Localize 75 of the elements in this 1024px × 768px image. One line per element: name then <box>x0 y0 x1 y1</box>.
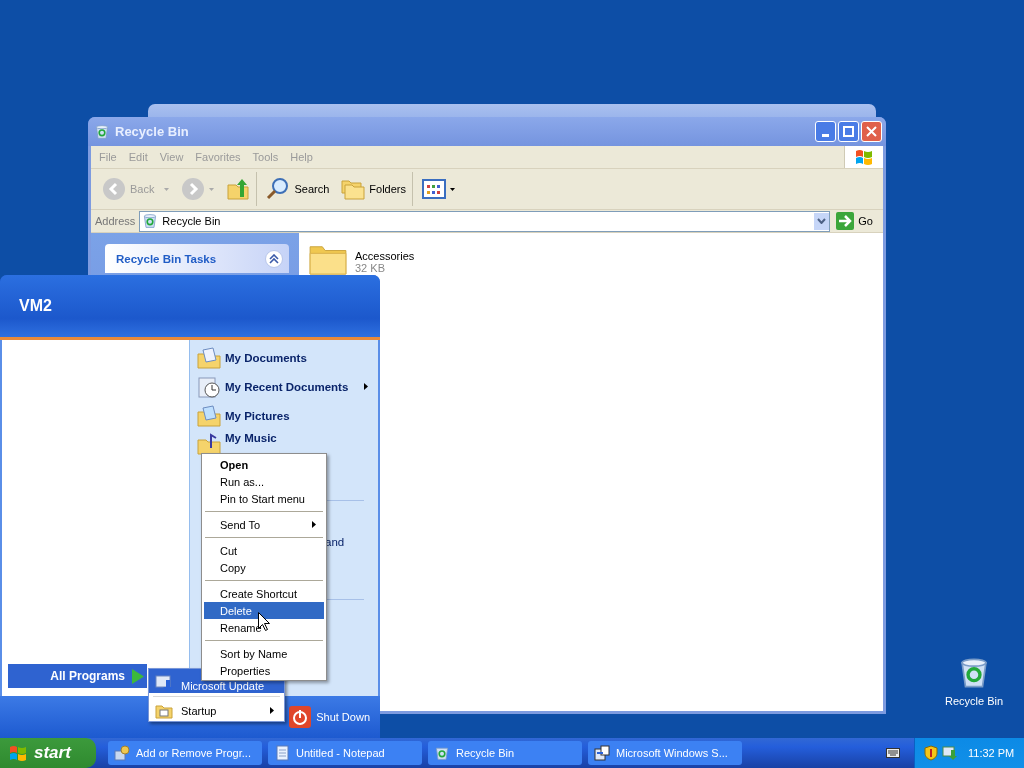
context-menu-item[interactable]: Open <box>204 456 324 473</box>
windows-setup-icon <box>594 745 610 761</box>
shut-down-button[interactable]: Shut Down <box>289 706 370 728</box>
start-menu-item[interactable]: My Recent Documents <box>190 372 378 401</box>
views-icon <box>422 179 446 199</box>
submenu-arrow-icon <box>312 521 316 528</box>
windows-flag-icon <box>8 744 28 762</box>
caret-icon <box>164 187 170 191</box>
maximize-button[interactable] <box>838 121 859 142</box>
desktop-icon-label[interactable]: Recycle Bin <box>944 695 1004 707</box>
dropdown-button[interactable] <box>814 212 830 230</box>
minimize-icon <box>822 134 829 137</box>
folder-icon <box>309 243 347 275</box>
taskbar-button[interactable]: Untitled - Notepad <box>268 741 422 765</box>
shield-icon[interactable] <box>924 745 938 761</box>
clock-document-icon <box>197 374 221 399</box>
context-menu-item[interactable]: Send To <box>204 516 324 533</box>
folders-icon <box>341 178 366 200</box>
context-menu-item[interactable]: Delete <box>204 602 324 619</box>
program-menu-item[interactable]: Startup <box>149 700 284 721</box>
recycle-bin-icon <box>94 123 110 140</box>
collapse-icon[interactable] <box>265 249 283 268</box>
music-folder-icon <box>197 432 221 456</box>
maximize-icon <box>843 126 854 137</box>
recycle-bin-icon <box>434 745 450 761</box>
context-menu-item[interactable]: Rename <box>204 619 324 636</box>
context-menu-item[interactable]: Create Shortcut <box>204 585 324 602</box>
keyboard-icon <box>886 748 900 758</box>
picture-folder-icon <box>197 403 221 428</box>
file-size: 32 KB <box>355 262 386 274</box>
search-button[interactable]: Search <box>263 172 333 206</box>
update-icon[interactable] <box>942 745 958 761</box>
start-menu-item[interactable]: My Music <box>190 430 378 456</box>
address-field[interactable]: Recycle Bin <box>139 210 831 232</box>
window-title: Recycle Bin <box>115 124 189 139</box>
user-name: VM2 <box>19 297 52 315</box>
windows-logo-icon <box>854 148 874 166</box>
programs-icon <box>114 745 130 761</box>
taskbar-button[interactable]: Add or Remove Progr... <box>108 741 262 765</box>
taskbar-button[interactable]: Recycle Bin <box>428 741 582 765</box>
start-menu-item[interactable]: My Documents <box>190 343 378 372</box>
close-icon <box>866 126 877 137</box>
context-menu-item[interactable]: Pin to Start menu <box>204 490 324 507</box>
recycle-bin-icon <box>142 213 159 229</box>
context-menu-item[interactable]: Cut <box>204 542 324 559</box>
go-button[interactable]: Go <box>834 212 879 230</box>
address-label: Address <box>95 215 136 227</box>
start-button[interactable]: start <box>0 738 96 768</box>
power-icon <box>289 706 312 728</box>
panel-title: Recycle Bin Tasks <box>116 252 217 265</box>
folder-up-icon <box>226 177 251 201</box>
start-menu-item[interactable]: My Pictures <box>190 401 378 430</box>
file-name[interactable]: Accessories <box>355 250 415 262</box>
folders-button[interactable]: Folders <box>338 172 413 206</box>
clock: 11:32 PM <box>968 747 1015 759</box>
chevron-down-icon <box>817 218 827 224</box>
all-programs-button[interactable]: All Programs <box>8 664 147 688</box>
document-folder-icon <box>197 345 221 370</box>
tasks-panel-header[interactable]: Recycle Bin Tasks <box>105 244 289 273</box>
caret-icon <box>450 187 455 191</box>
update-icon <box>155 674 173 692</box>
context-menu-item[interactable]: Run as... <box>204 473 324 490</box>
taskbar-button[interactable]: Microsoft Windows S... <box>588 741 742 765</box>
context-menu-item[interactable]: Sort by Name <box>204 645 324 662</box>
submenu-arrow-icon <box>270 707 274 714</box>
arrow-right-icon <box>836 212 855 230</box>
minimize-button[interactable] <box>815 121 836 142</box>
search-icon <box>266 177 291 201</box>
submenu-arrow-icon <box>364 383 368 390</box>
notepad-icon <box>274 745 290 761</box>
folder-icon <box>155 702 173 719</box>
play-arrow-icon <box>131 667 145 685</box>
context-menu-item[interactable]: Copy <box>204 559 324 576</box>
caret-icon <box>209 187 215 191</box>
close-button[interactable] <box>861 121 882 142</box>
